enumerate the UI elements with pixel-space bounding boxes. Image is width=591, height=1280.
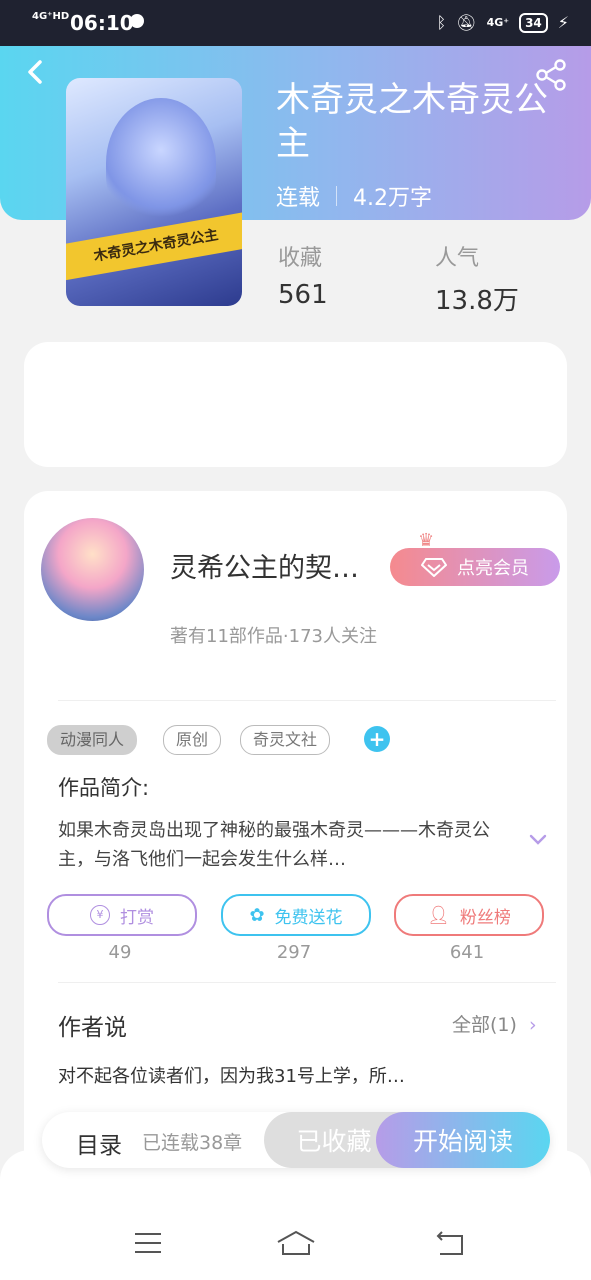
word-count: 4.2万字 — [353, 186, 433, 211]
battery-icon: 34 — [519, 13, 548, 33]
serial-count: 已连载38章 — [142, 1132, 243, 1154]
tag-original[interactable]: 原创 — [163, 725, 222, 755]
flower-count: 297 — [276, 942, 312, 963]
clock: 06:10 — [70, 11, 134, 35]
placeholder-card — [24, 342, 567, 467]
intro-heading: 作品简介: — [58, 776, 150, 800]
favorites-label: 收藏 — [278, 246, 323, 271]
home-icon[interactable] — [276, 1230, 316, 1256]
add-tag-button[interactable]: + — [364, 726, 390, 752]
signal-indicator: 4G⁺HD — [32, 11, 70, 22]
chevron-down-icon[interactable] — [528, 830, 548, 850]
back-icon[interactable] — [22, 58, 50, 86]
start-reading-button[interactable]: 开始阅读 — [376, 1112, 550, 1168]
cover-illustration — [106, 98, 216, 228]
popularity-label: 人气 — [435, 246, 480, 271]
back-nav-icon[interactable] — [436, 1230, 466, 1256]
author-meta: 著有11部作品·173人关注 — [170, 626, 377, 647]
tip-count: 49 — [108, 942, 132, 963]
status-right: ᛒ 🔕︎ 4G⁺ 34 ⚡︎ — [437, 10, 569, 36]
author-avatar[interactable] — [41, 518, 144, 621]
divider — [58, 982, 556, 983]
fans-rank-label: 粉丝榜 — [459, 907, 511, 928]
author-says-all-label: 全部(1) — [452, 1014, 517, 1036]
fans-rank-button[interactable]: 👤︎ 粉丝榜 — [394, 894, 544, 936]
popularity-count: 13.8万 — [435, 286, 519, 316]
tip-label: 打赏 — [120, 907, 154, 928]
diamond-icon — [421, 558, 447, 577]
tip-button[interactable]: ¥ 打赏 — [47, 894, 197, 936]
intro-text: 如果木奇灵岛出现了神秘的最强木奇灵———木奇灵公主，与洛飞他们一起会发生什么样… — [58, 820, 490, 870]
tag-anime[interactable]: 动漫同人 — [47, 725, 138, 755]
toc-button[interactable]: 目录 — [76, 1126, 122, 1160]
book-title: 木奇灵之木奇灵公主 — [276, 80, 548, 164]
send-flower-button[interactable]: ✿ 免费送花 — [221, 894, 371, 936]
status-bar: 4G⁺HD 06:10 ᛒ 🔕︎ 4G⁺ 34 ⚡︎ — [0, 0, 591, 46]
book-cover[interactable]: 木奇灵之木奇灵公主 — [66, 78, 242, 306]
bottom-sheet — [0, 1150, 591, 1280]
fans-icon: 👤︎ — [427, 904, 450, 926]
divider — [336, 186, 338, 206]
author-says-text[interactable]: 对不起各位读者们，因为我31号上学，所… — [58, 1062, 458, 1088]
yen-icon: ¥ — [90, 905, 110, 925]
flower-icon: ✿ — [249, 904, 265, 926]
divider — [58, 700, 556, 701]
bluetooth-icon: ᛒ — [436, 13, 447, 32]
menu-icon[interactable] — [133, 1230, 163, 1256]
charging-icon: ⚡︎ — [557, 13, 569, 32]
fans-count: 641 — [449, 942, 485, 963]
tag-publisher[interactable]: 奇灵文社 — [240, 725, 331, 755]
send-flower-label: 免费送花 — [274, 907, 343, 928]
book-status: 连载 — [276, 186, 321, 211]
network-indicator: 4G⁺ — [486, 16, 510, 29]
favorites-count: 561 — [278, 280, 328, 310]
battery-level: 34 — [525, 16, 542, 30]
author-says-all-link[interactable]: 全部(1) › — [452, 1010, 537, 1037]
vip-label: 点亮会员 — [457, 558, 529, 579]
chevron-right-icon: › — [528, 1014, 537, 1036]
mute-icon: 🔕︎ — [456, 13, 477, 32]
globe-icon — [130, 14, 144, 28]
author-says-heading: 作者说 — [58, 1015, 127, 1041]
book-status-line: 连载 4.2万字 — [276, 180, 432, 212]
author-name[interactable]: 灵希公主的契… — [170, 546, 359, 585]
vip-button[interactable]: 点亮会员 — [390, 548, 560, 586]
